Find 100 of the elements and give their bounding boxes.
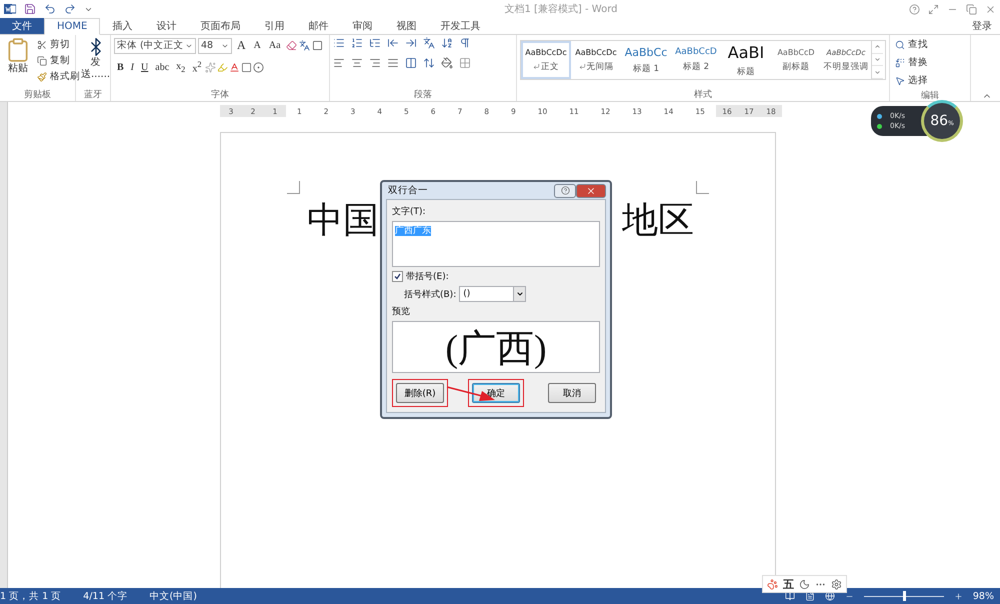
ribbon-tab[interactable]: 邮件 bbox=[296, 18, 340, 34]
preview-text: (广西) bbox=[445, 328, 547, 372]
field-label: 预览 bbox=[392, 306, 411, 318]
clipboard-button[interactable]: 格式刷 bbox=[35, 69, 82, 84]
ribbon-display-icon[interactable] bbox=[928, 4, 939, 14]
bracket-checkbox[interactable] bbox=[392, 271, 403, 282]
web-layout-icon[interactable] bbox=[824, 591, 835, 601]
decrease-indent-icon[interactable] bbox=[387, 37, 399, 49]
align-center-icon[interactable] bbox=[351, 57, 363, 69]
format-button[interactable]: x$^{2}$ bbox=[189, 59, 204, 76]
crop-mark bbox=[696, 181, 709, 194]
phonetic-guide-icon[interactable] bbox=[298, 40, 310, 51]
gear-icon bbox=[831, 578, 842, 590]
zoom-in-icon[interactable] bbox=[954, 592, 963, 600]
clipboard-button[interactable]: 剪切 bbox=[35, 37, 82, 52]
ribbon-tab[interactable]: 开发工具 bbox=[428, 18, 492, 34]
paragraph-mark-icon bbox=[578, 63, 586, 70]
enclose-character-icon[interactable] bbox=[253, 62, 264, 73]
increase-indent-icon[interactable] bbox=[405, 37, 417, 49]
crop-mark bbox=[287, 181, 300, 194]
align-left-icon[interactable] bbox=[333, 57, 345, 69]
line-spacing-icon[interactable] bbox=[423, 57, 435, 69]
bluetooth-send-button[interactable]: 发 送...... bbox=[79, 37, 112, 87]
shading-icon[interactable] bbox=[441, 57, 453, 69]
character-shading-icon[interactable] bbox=[241, 62, 252, 73]
checkbox-label: 带括号(E): bbox=[406, 270, 449, 283]
sign-in-link[interactable]: 登录 bbox=[964, 19, 1000, 33]
redo-icon[interactable] bbox=[64, 3, 76, 15]
clipboard-button[interactable]: 复制 bbox=[35, 53, 82, 68]
ribbon-tab[interactable]: HOME bbox=[44, 18, 100, 35]
help-icon[interactable] bbox=[909, 4, 920, 14]
borders-icon[interactable] bbox=[459, 57, 471, 69]
ribbon-tab[interactable]: 视图 bbox=[384, 18, 428, 34]
ribbon-tab[interactable]: 插入 bbox=[100, 18, 144, 34]
file-tab[interactable]: 文件 bbox=[0, 18, 44, 34]
font-size-dropdown[interactable]: 48 bbox=[198, 38, 232, 54]
style-gallery-item[interactable]: AaBbCcDc 正文 bbox=[521, 41, 571, 79]
group-label: 样式 bbox=[693, 89, 713, 101]
format-button[interactable]: x$_{2}$ bbox=[173, 60, 188, 75]
paw-icon bbox=[767, 578, 778, 590]
multilevel-list-icon[interactable] bbox=[369, 37, 381, 49]
ribbon-tab[interactable]: 引用 bbox=[252, 18, 296, 34]
ribbon-tab[interactable]: 设计 bbox=[144, 18, 188, 34]
pointer-icon bbox=[895, 76, 905, 86]
help-button[interactable] bbox=[554, 184, 576, 198]
group-label: 剪贴板 bbox=[23, 89, 52, 101]
help-icon bbox=[560, 186, 570, 195]
ribbon-tab[interactable]: 页面布局 bbox=[188, 18, 252, 34]
upload-icon bbox=[877, 114, 882, 118]
bracket-style-dropdown[interactable]: () bbox=[459, 286, 526, 302]
dialog-title: 双行合一 bbox=[388, 184, 429, 197]
group-label: 蓝牙 bbox=[83, 89, 103, 101]
numbering-icon[interactable] bbox=[351, 37, 363, 49]
paste-button[interactable]: 粘贴 bbox=[3, 37, 33, 87]
paragraph-mark-icon bbox=[533, 63, 540, 70]
character-border-icon[interactable] bbox=[312, 40, 323, 51]
justify-icon[interactable] bbox=[387, 57, 399, 69]
read-mode-icon[interactable] bbox=[784, 591, 795, 601]
paintbrush-icon bbox=[37, 72, 47, 82]
input-mode[interactable]: 五 bbox=[783, 576, 794, 592]
format-button[interactable]: B bbox=[114, 60, 127, 74]
dialog-button[interactable]: 删除(R) bbox=[396, 383, 444, 403]
align-right-icon[interactable] bbox=[369, 57, 381, 69]
group-label: 编辑 bbox=[920, 90, 940, 102]
editing-button[interactable]: 选择 bbox=[893, 73, 930, 88]
pilcrow-icon[interactable] bbox=[459, 37, 471, 49]
save-icon[interactable] bbox=[24, 3, 36, 15]
font-size-button[interactable]: Aa bbox=[266, 39, 284, 52]
zoom-level[interactable]: 98% bbox=[972, 590, 994, 602]
format-button[interactable]: U bbox=[138, 60, 152, 74]
distributed-icon[interactable] bbox=[405, 57, 417, 69]
font-size-button[interactable]: A bbox=[234, 37, 249, 54]
word-logo-icon bbox=[4, 3, 16, 15]
close-icon[interactable] bbox=[985, 4, 996, 14]
group-label: 字体 bbox=[210, 89, 230, 101]
binoculars-icon bbox=[895, 40, 905, 50]
asian-layout-icon[interactable] bbox=[423, 37, 435, 49]
editing-button[interactable]: 查找 bbox=[893, 37, 930, 52]
undo-icon[interactable] bbox=[44, 3, 56, 15]
format-button[interactable]: abc bbox=[152, 60, 172, 74]
print-layout-icon[interactable] bbox=[804, 591, 815, 601]
close-button[interactable] bbox=[576, 184, 606, 198]
status-item[interactable]: 1 页，共 1 页 bbox=[0, 590, 62, 602]
ribbon-tab[interactable]: 审阅 bbox=[340, 18, 384, 34]
sort-icon[interactable] bbox=[441, 37, 453, 49]
window-title: 文档1 [兼容模式] - Word bbox=[503, 2, 618, 16]
editing-button[interactable]: 替换 bbox=[893, 55, 930, 70]
moon-icon bbox=[799, 578, 810, 590]
font-size-button[interactable]: A bbox=[250, 39, 264, 52]
restore-icon[interactable] bbox=[966, 4, 977, 14]
dialog-button[interactable]: 确定 bbox=[472, 383, 520, 403]
format-button[interactable]: I bbox=[128, 60, 138, 74]
font-color-icon[interactable] bbox=[229, 62, 240, 73]
status-item[interactable]: 中文(中国) bbox=[150, 590, 197, 602]
clear-format-icon[interactable] bbox=[286, 40, 297, 51]
zoom-slider-thumb[interactable] bbox=[902, 591, 906, 601]
dialog-button[interactable]: 取消 bbox=[548, 383, 596, 403]
font-name-dropdown[interactable]: 宋体 (中文正文 bbox=[114, 38, 196, 54]
document-text: 中国 bbox=[307, 202, 379, 238]
status-item[interactable]: 4/11 个字 bbox=[83, 590, 128, 602]
